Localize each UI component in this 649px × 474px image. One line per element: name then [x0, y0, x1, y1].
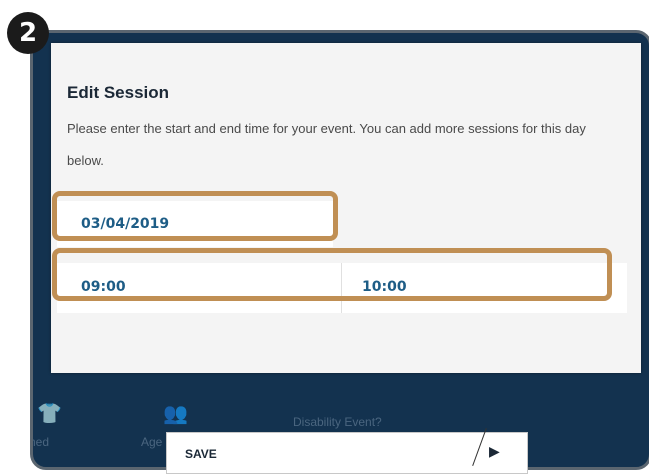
background-label-left: ned — [30, 435, 50, 449]
chevron-right-icon[interactable]: ▶ — [489, 443, 500, 460]
step-number-badge: 2 — [7, 12, 49, 54]
background-label-age: Age — [141, 435, 163, 449]
time-fields-highlight — [52, 248, 612, 301]
dialog-description: Please enter the start and end time for … — [67, 121, 586, 168]
save-button[interactable]: SAVE ▶ — [166, 428, 528, 474]
save-divider — [472, 428, 487, 466]
dialog-title: Edit Session — [67, 83, 170, 102]
date-field-highlight — [52, 191, 338, 241]
people-icon: 👥 — [163, 403, 188, 425]
tshirt-icon: 👕 — [37, 403, 62, 425]
background-label-disability: Disability Event? — [293, 415, 382, 429]
save-label: SAVE — [185, 447, 217, 461]
